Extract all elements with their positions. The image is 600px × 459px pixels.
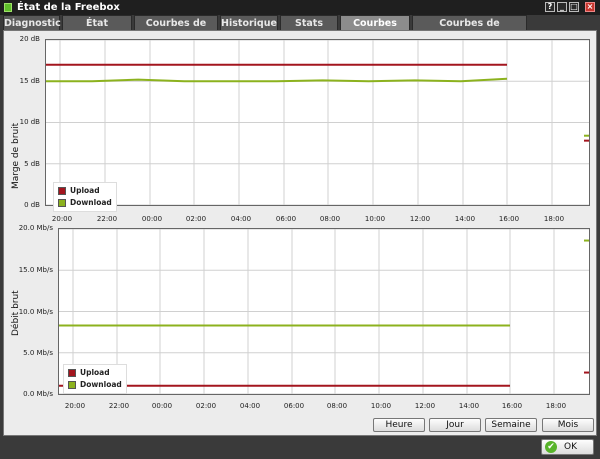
legend-upload: Upload [58,185,112,197]
chart2-ytick: 15.0 Mb/s [18,266,53,274]
help-button[interactable]: ? [545,2,555,12]
x-tick-label: 00:00 [141,215,163,223]
tab-diagnostic[interactable]: Diagnostic [3,15,61,30]
tab-courbes-temperature[interactable]: Courbes de température [412,15,527,44]
x-tick-label: 22:00 [96,215,118,223]
x-tick-label: 16:00 [501,402,523,410]
freebox-app-icon [4,3,12,12]
maximize-button[interactable]: □ [569,2,579,12]
x-tick-label: 04:00 [239,402,261,410]
range-day-button[interactable]: Jour [429,418,481,432]
tab-courbes-debit[interactable]: Courbes de Débit [134,15,218,44]
ok-label: OK [564,442,577,452]
x-tick-label: 12:00 [409,215,431,223]
x-tick-label: 10:00 [370,402,392,410]
range-month-button[interactable]: Mois [542,418,594,432]
chart2-ytick: 5.0 Mb/s [23,349,53,357]
tab-etat-internet[interactable]: État Internet [62,15,132,44]
legend-download: Download [58,197,112,209]
chart-panel: Marge de bruit 20 dB 15 dB 10 dB 5 dB 0 … [3,30,597,436]
upload-swatch [68,369,76,377]
title-bar: État de la Freebox ? _ □ × [0,0,600,15]
x-tick-label: 20:00 [51,215,73,223]
raw-rate-plot: Upload Download [58,228,590,395]
tab-stats-xdsl[interactable]: Stats xDSL [280,15,338,44]
chart1-legend: Upload Download [53,182,117,212]
tab-courbes-xdsl[interactable]: Courbes xDSL [340,15,410,44]
window-title: État de la Freebox [17,2,120,13]
x-tick-label: 14:00 [458,402,480,410]
legend-download-label: Download [80,380,122,389]
minimize-button[interactable]: _ [557,2,567,12]
chart1-ytick: 0 dB [24,201,40,209]
x-tick-label: 20:00 [64,402,86,410]
legend-upload-label: Upload [70,186,100,195]
x-tick-label: 16:00 [498,215,520,223]
legend-download-label: Download [70,198,112,207]
x-tick-label: 02:00 [195,402,217,410]
x-tick-label: 14:00 [454,215,476,223]
chart2-ytick: 10.0 Mb/s [18,308,53,316]
chart1-ylabel: Marge de bruit [11,122,21,189]
legend-upload-label: Upload [80,368,110,377]
tab-historique[interactable]: Historique [220,15,278,30]
x-tick-label: 10:00 [364,215,386,223]
check-icon: ✔ [545,441,557,453]
chart2-ytick: 0.0 Mb/s [23,390,53,398]
close-button[interactable]: × [585,2,595,12]
range-week-button[interactable]: Semaine [485,418,537,432]
chart2-legend: Upload Download [63,364,127,394]
noise-margin-chart-svg [46,39,589,206]
x-tick-label: 08:00 [319,215,341,223]
download-swatch [58,199,66,207]
x-tick-label: 00:00 [151,402,173,410]
raw-rate-chart-svg [59,228,589,395]
chart1-ytick: 20 dB [19,35,40,43]
noise-margin-plot: Upload Download [45,39,590,212]
footer: ✔ OK [0,436,600,459]
legend-download: Download [68,379,122,391]
range-hour-button[interactable]: Heure [373,418,425,432]
chart2-ytick: 20.0 Mb/s [18,224,53,232]
x-tick-label: 06:00 [275,215,297,223]
freebox-status-window: État de la Freebox ? _ □ × Diagnostic Ét… [0,0,600,459]
chart1-ytick: 10 dB [19,118,40,126]
x-tick-label: 18:00 [543,215,565,223]
x-tick-label: 08:00 [326,402,348,410]
x-tick-label: 06:00 [283,402,305,410]
x-tick-label: 22:00 [108,402,130,410]
upload-swatch [58,187,66,195]
download-swatch [68,381,76,389]
x-tick-label: 02:00 [185,215,207,223]
x-tick-label: 12:00 [414,402,436,410]
chart1-ytick: 5 dB [24,160,40,168]
chart1-ytick: 15 dB [19,77,40,85]
x-tick-label: 18:00 [545,402,567,410]
x-tick-label: 04:00 [230,215,252,223]
legend-upload: Upload [68,367,122,379]
ok-button[interactable]: ✔ OK [541,439,594,455]
